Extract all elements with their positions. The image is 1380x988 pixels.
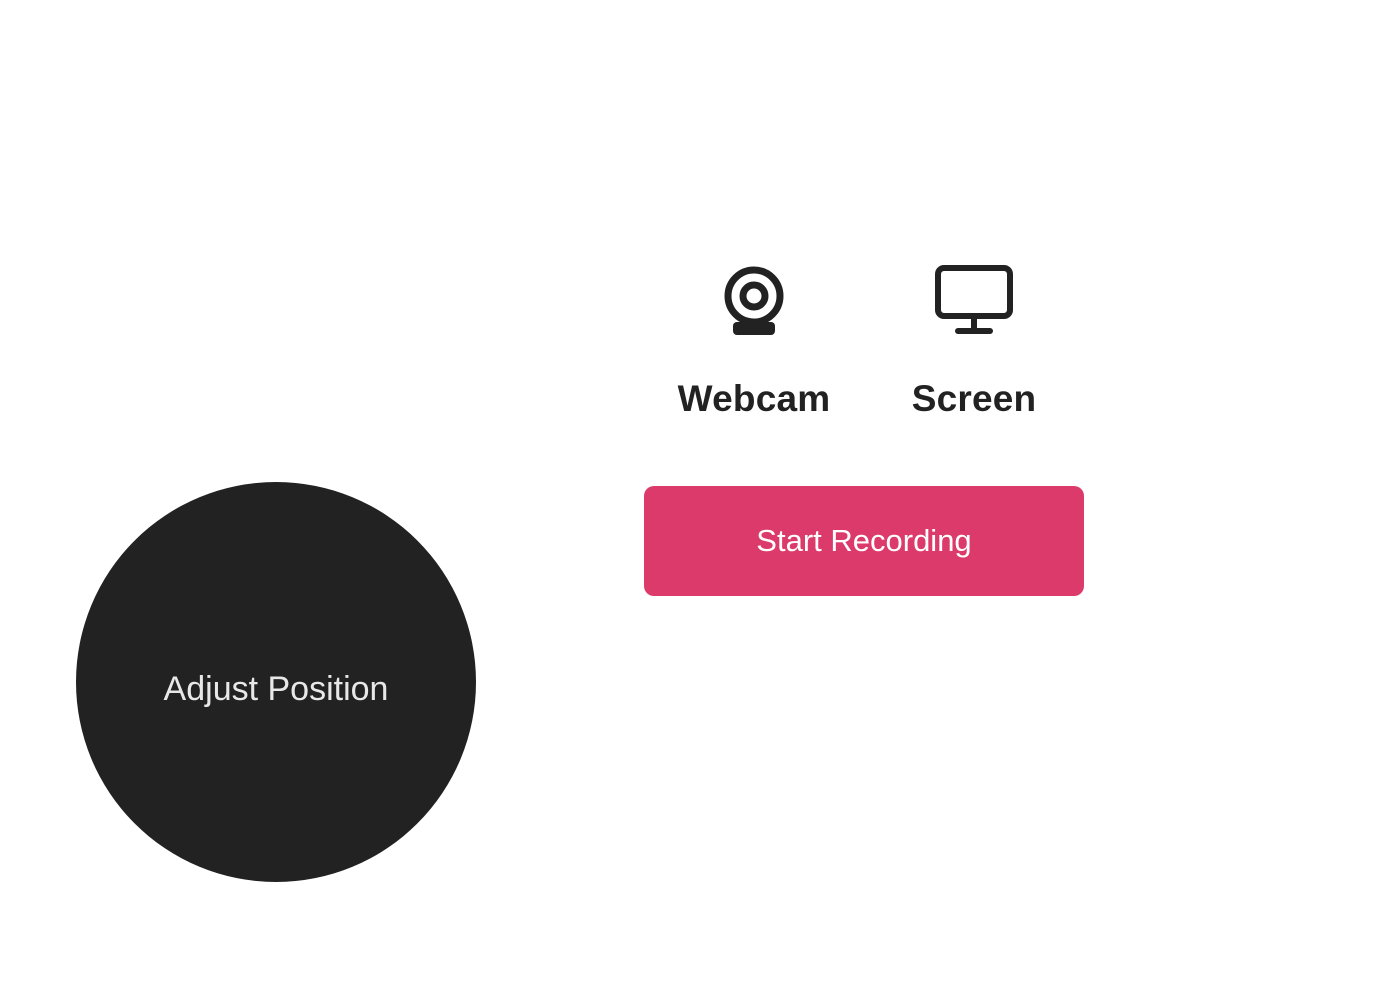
- camera-preview-bubble[interactable]: Adjust Position: [76, 482, 476, 882]
- monitor-icon: [934, 260, 1014, 340]
- screen-source-option[interactable]: Screen: [884, 260, 1064, 430]
- webcam-source-option[interactable]: Webcam: [664, 260, 844, 430]
- adjust-position-label: Adjust Position: [163, 669, 389, 708]
- recorder-stage: Webcam Screen Start Recording Adjust Pos…: [0, 0, 1380, 988]
- webcam-icon: [714, 260, 794, 340]
- webcam-label: Webcam: [677, 378, 831, 419]
- screen-label: Screen: [911, 378, 1037, 419]
- start-recording-button[interactable]: Start Recording: [644, 486, 1084, 596]
